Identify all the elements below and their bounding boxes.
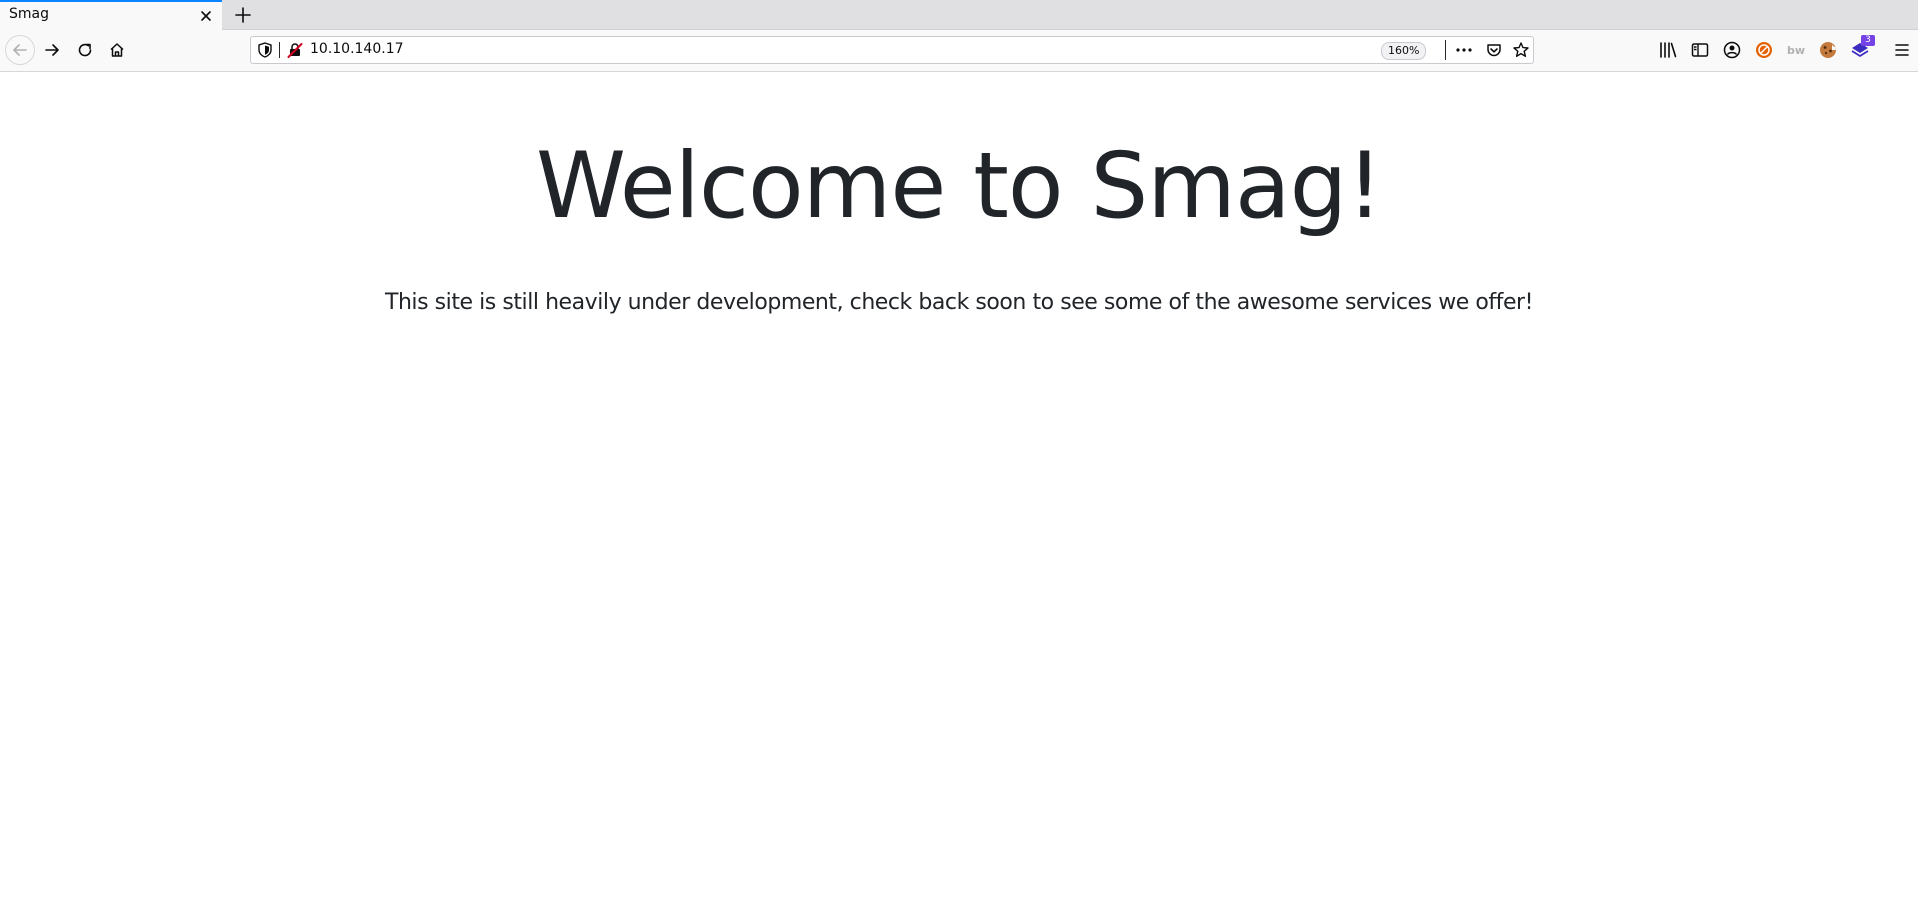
forward-button[interactable] (37, 35, 67, 65)
pocket-button[interactable] (1484, 40, 1504, 60)
sidebar-icon (1691, 43, 1709, 57)
library-icon (1660, 42, 1677, 58)
tracking-protection-shield-icon[interactable] (256, 41, 274, 59)
extension-stack-button[interactable]: 3 (1850, 35, 1875, 60)
extension-bw-button[interactable]: bw (1786, 40, 1806, 60)
home-button[interactable] (102, 35, 132, 65)
bw-extension-icon: bw (1787, 44, 1805, 57)
tab-title: Smag (9, 6, 49, 22)
home-icon (110, 43, 124, 57)
extension-badge: 3 (1861, 35, 1875, 46)
cookie-extension-icon (1820, 42, 1836, 58)
page-title: Welcome to Smag! (536, 134, 1383, 239)
open-menu-button[interactable] (1892, 40, 1912, 60)
arrow-left-icon (13, 44, 27, 56)
sidebar-button[interactable] (1690, 40, 1710, 60)
page-subtitle: This site is still heavily under develop… (384, 290, 1534, 315)
back-button[interactable] (5, 35, 35, 65)
insecure-connection-icon[interactable] (286, 41, 304, 59)
bookmark-star-button[interactable] (1511, 40, 1531, 60)
account-icon (1723, 41, 1741, 59)
tab-strip: Smag (0, 0, 1918, 30)
account-button[interactable] (1722, 40, 1742, 60)
extension-blocker-button[interactable] (1754, 40, 1774, 60)
blocker-extension-icon (1756, 42, 1772, 58)
reload-button[interactable] (70, 35, 100, 65)
url-divider (279, 42, 280, 58)
url-text[interactable]: 10.10.140.17 (310, 41, 404, 57)
more-horizontal-icon (1456, 48, 1472, 52)
url-bar[interactable]: 10.10.140.17 160% (250, 36, 1534, 64)
navigation-toolbar: 10.10.140.17 160% bw 3 (0, 30, 1918, 72)
new-tab-button[interactable] (232, 4, 254, 26)
svg-text:bw: bw (1787, 44, 1805, 57)
zoom-level-button[interactable]: 160% (1381, 42, 1427, 60)
pocket-icon (1487, 44, 1501, 57)
star-icon (1513, 42, 1529, 57)
extension-cookie-button[interactable] (1818, 40, 1838, 60)
plus-icon (235, 7, 251, 23)
library-button[interactable] (1658, 40, 1678, 60)
tab-smag[interactable]: Smag (0, 0, 222, 30)
reload-icon (78, 43, 92, 57)
page-actions-button[interactable] (1454, 40, 1474, 60)
url-divider (1445, 40, 1446, 60)
page-viewport: Welcome to Smag! This site is still heav… (0, 72, 1918, 905)
browser-window: Smag 10.10.140.17 160% bw 3 Welcome to S… (0, 0, 1918, 905)
close-icon[interactable] (197, 7, 215, 25)
hamburger-menu-icon (1895, 44, 1909, 56)
arrow-right-icon (45, 44, 59, 56)
